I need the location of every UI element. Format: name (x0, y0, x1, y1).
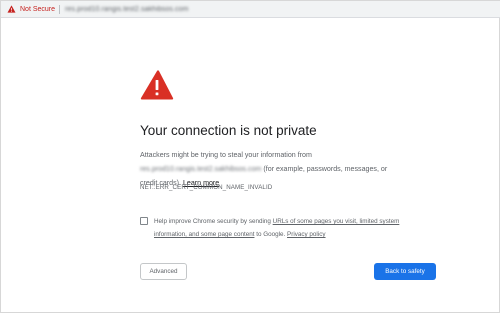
description-line-1: Attackers might be trying to steal your … (140, 151, 312, 159)
opt-in-checkbox[interactable] (140, 217, 148, 225)
url-text[interactable]: res.prod10.rangis.test2.sakhibsos.com (65, 6, 189, 13)
description-line-2: res.prod10.rangis.test2.sakhibsos.com (f… (140, 162, 440, 176)
host-text: res.prod10.rangis.test2.sakhibsos.com (140, 165, 262, 173)
page-title: Your connection is not private (140, 123, 317, 138)
address-bar[interactable]: Not Secure res.prod10.rangis.test2.sakhi… (1, 1, 500, 18)
opt-in-text-middle: to Google. (254, 231, 288, 238)
opt-in-text-before: Help improve Chrome security by sending (154, 218, 273, 225)
urls-link-cont[interactable]: information, and some page content (154, 231, 254, 238)
error-code[interactable]: NET::ERR_CERT_COMMON_NAME_INVALID (140, 184, 272, 191)
not-secure-label[interactable]: Not Secure (20, 6, 55, 13)
opt-in-text: Help improve Chrome security by sending … (154, 215, 399, 241)
description-line-2-rest: (for example, passwords, messages, or (261, 165, 388, 173)
opt-in-line-1: Help improve Chrome security by sending … (154, 215, 399, 228)
browser-window: Not Secure res.prod10.rangis.test2.sakhi… (0, 0, 500, 313)
advanced-button[interactable]: Advanced (140, 263, 187, 280)
urls-link[interactable]: URLs of some pages you visit, limited sy… (273, 218, 400, 225)
opt-in-line-2: information, and some page content to Go… (154, 228, 399, 241)
address-divider (59, 4, 61, 14)
warning-triangle-icon[interactable] (7, 5, 16, 14)
back-to-safety-button[interactable]: Back to safety (374, 263, 436, 280)
safe-browsing-opt-in: Help improve Chrome security by sending … (140, 215, 440, 241)
privacy-policy-link[interactable]: Privacy policy (287, 231, 326, 238)
warning-triangle-icon (140, 69, 174, 101)
